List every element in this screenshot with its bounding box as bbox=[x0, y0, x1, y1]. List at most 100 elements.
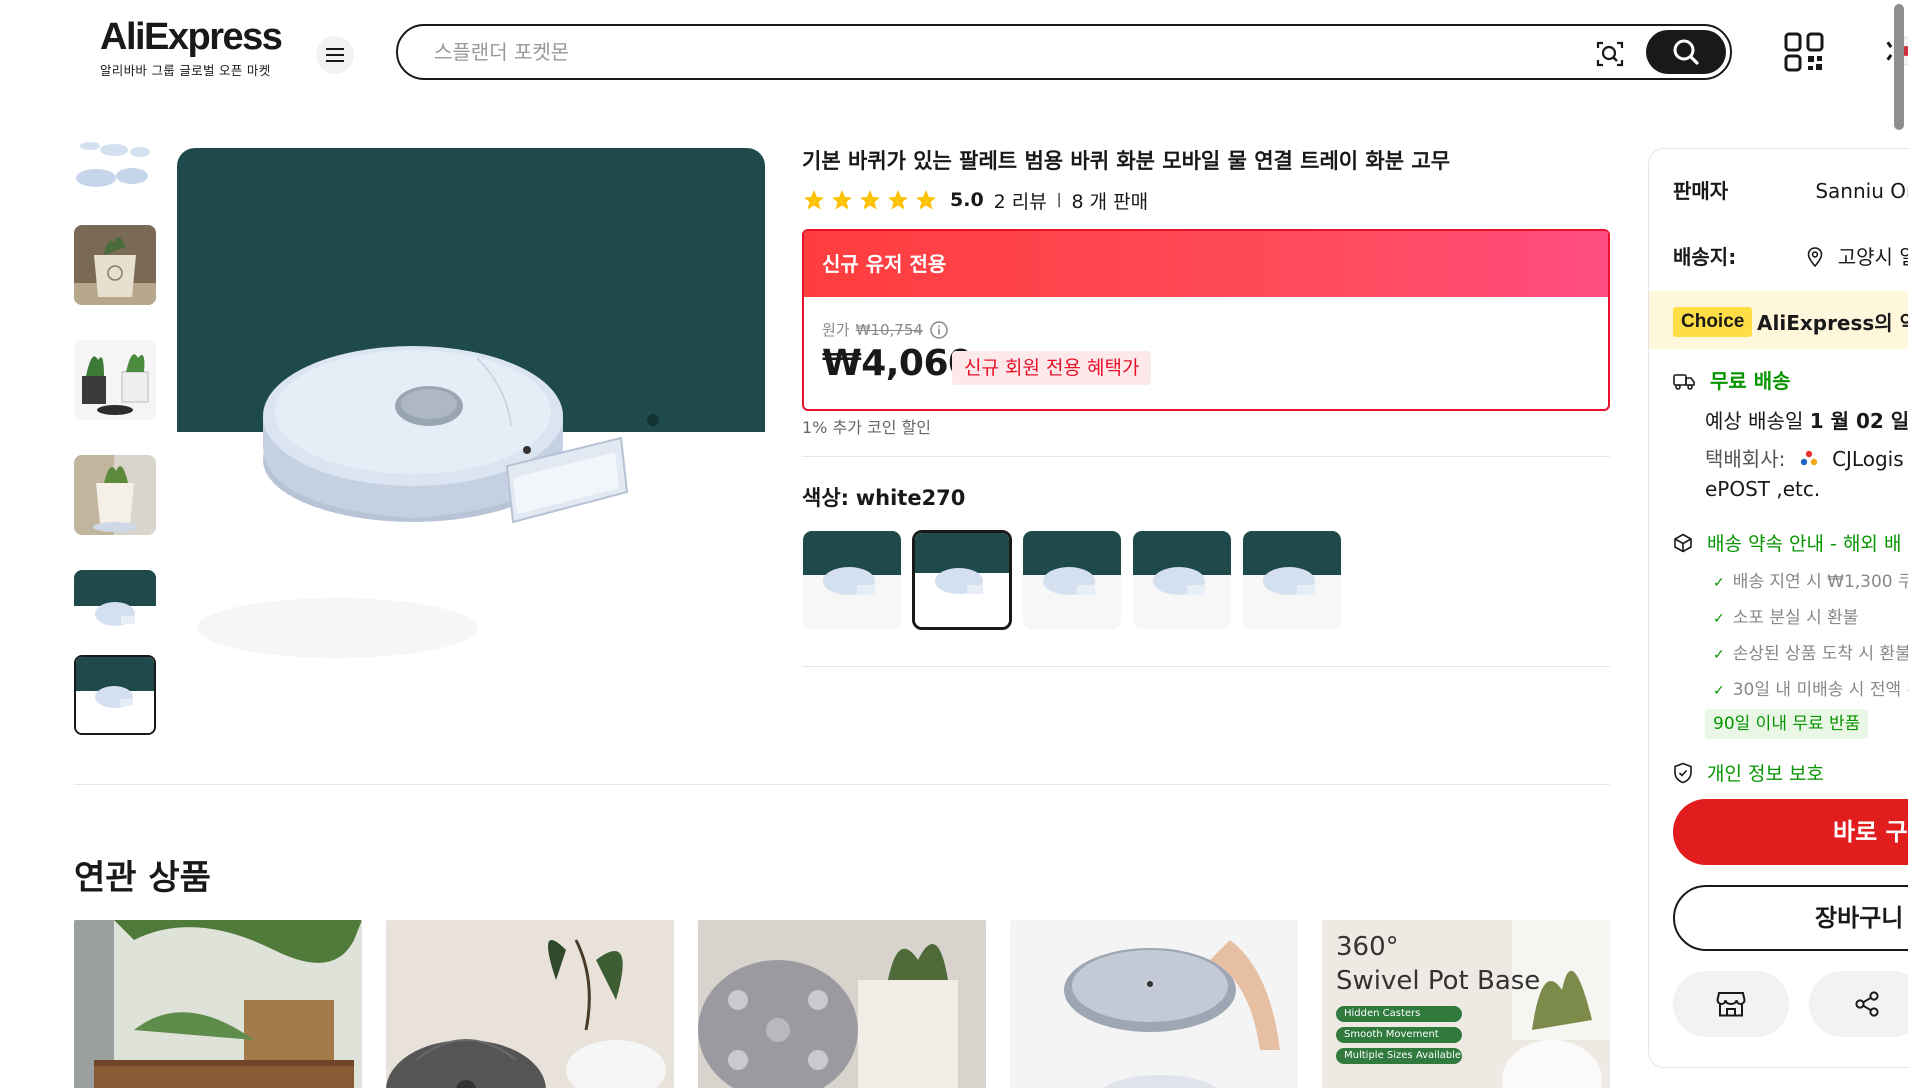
promise-text: 손상된 상품 도착 시 환불 bbox=[1732, 644, 1908, 664]
color-swatch[interactable] bbox=[802, 530, 902, 630]
price-box: 신규 유저 전용 원가 ₩10,754 ₩4,060 신규 회원 전용 혜택가 bbox=[802, 229, 1610, 411]
promise-text: 소포 분실 시 환불 bbox=[1732, 608, 1859, 628]
thumbnail-4[interactable] bbox=[74, 455, 156, 535]
store-button[interactable] bbox=[1673, 971, 1789, 1037]
promise-item: ✓ 손상된 상품 도착 시 환불 bbox=[1713, 639, 1908, 664]
search-bar bbox=[396, 24, 1732, 80]
rating-score: 5.0 bbox=[950, 189, 984, 211]
divider bbox=[802, 456, 1610, 457]
star-icon bbox=[860, 190, 880, 210]
menu-button[interactable] bbox=[316, 36, 354, 74]
promise-item: ✓ 소포 분실 시 환불 bbox=[1713, 603, 1858, 628]
related-product-card[interactable]: 360° Swivel Pot Base Hidden Casters Smoo… bbox=[1322, 920, 1610, 1088]
promo-pill: Hidden Casters bbox=[1336, 1006, 1462, 1022]
delivery-date: 1 월 02 일 bbox=[1809, 409, 1908, 433]
thumbnail-2[interactable] bbox=[74, 225, 156, 305]
free-shipping-label: 무료 배송 bbox=[1709, 369, 1791, 393]
qr-code-icon[interactable] bbox=[1784, 32, 1824, 72]
rating-row: 5.0 2 리뷰 | 8 개 판매 bbox=[802, 186, 1148, 214]
original-price-label: 원가 bbox=[822, 321, 850, 339]
main-product-image[interactable] bbox=[177, 148, 765, 688]
seller-name[interactable]: Sanniu On bbox=[1815, 179, 1908, 203]
related-product-card[interactable] bbox=[1010, 920, 1298, 1088]
original-price-value: ₩10,754 bbox=[855, 320, 923, 339]
original-price: 원가 ₩10,754 bbox=[822, 319, 949, 340]
color-swatches bbox=[802, 530, 1342, 630]
box-icon bbox=[1674, 533, 1692, 553]
search-icon bbox=[1673, 39, 1699, 65]
divider bbox=[74, 784, 1610, 785]
color-swatch[interactable] bbox=[1022, 530, 1122, 630]
related-products-list: 360° Swivel Pot Base Hidden Casters Smoo… bbox=[74, 920, 1610, 1088]
promo-pill: Smooth Movement bbox=[1336, 1027, 1462, 1043]
promise-text: 30일 내 미배송 시 전액 환 bbox=[1732, 680, 1908, 700]
promo-360-text: 360° bbox=[1336, 932, 1399, 962]
info-icon[interactable] bbox=[929, 320, 949, 340]
privacy-row[interactable]: 개인 정보 보호 bbox=[1673, 759, 1824, 786]
search-button[interactable] bbox=[1646, 30, 1726, 74]
check-icon: ✓ bbox=[1713, 647, 1725, 663]
related-product-card[interactable] bbox=[698, 920, 986, 1088]
seller-row: 판매자 Sanniu On bbox=[1673, 175, 1908, 204]
color-label-text: 색상: bbox=[802, 486, 850, 510]
color-value: white270 bbox=[855, 486, 966, 510]
thumbnail-6-selected[interactable] bbox=[74, 655, 156, 735]
thumbnail-3[interactable] bbox=[74, 340, 156, 420]
delivery-promise-row[interactable]: 배송 약속 안내 - 해외 배 bbox=[1673, 529, 1901, 556]
ship-to-row: 배송지: 고양시 일산 bbox=[1673, 241, 1908, 270]
store-icon bbox=[1716, 992, 1746, 1017]
separator: | bbox=[1056, 192, 1062, 208]
coin-discount: 1% 추가 코인 할인 bbox=[802, 418, 931, 437]
menu-icon bbox=[326, 48, 344, 62]
delivery-row: 예상 배송일 1 월 02 일 bbox=[1705, 405, 1908, 434]
review-count-link[interactable]: 2 리뷰 bbox=[994, 187, 1047, 214]
promo-swivel-text: Swivel Pot Base bbox=[1336, 966, 1541, 996]
header: AliExpress 알리바바 그룹 글로벌 오픈 마켓 bbox=[0, 0, 1908, 130]
purchase-panel: 판매자 Sanniu On 배송지: 고양시 일산 Choice AliExpr… bbox=[1648, 148, 1908, 1068]
new-user-banner: 신규 유저 전용 bbox=[804, 231, 1608, 297]
free-return-badge: 90일 이내 무료 반품 bbox=[1705, 709, 1869, 739]
color-swatch[interactable] bbox=[1132, 530, 1232, 630]
check-icon: ✓ bbox=[1713, 611, 1725, 627]
location-pin-icon bbox=[1808, 247, 1823, 268]
courier-name: CJLogis bbox=[1832, 447, 1904, 471]
courier-more: ePOST ,etc. bbox=[1705, 477, 1821, 501]
ship-to-location[interactable]: 고양시 일산 bbox=[1838, 245, 1908, 269]
search-input[interactable] bbox=[434, 38, 1534, 66]
sold-count: 8 개 판매 bbox=[1071, 190, 1149, 213]
check-icon: ✓ bbox=[1713, 575, 1725, 591]
share-button[interactable] bbox=[1809, 971, 1908, 1037]
logo-wordmark: AliExpress bbox=[100, 16, 283, 58]
camera-search-icon[interactable] bbox=[1594, 38, 1626, 70]
star-icon bbox=[888, 190, 908, 210]
choice-promise-text: AliExpress의 약 bbox=[1757, 311, 1908, 335]
delivery-promise-title: 배송 약속 안내 - 해외 배 bbox=[1707, 533, 1902, 555]
courier-row: 택배회사: CJLogis bbox=[1705, 443, 1904, 472]
related-product-card[interactable] bbox=[74, 920, 362, 1088]
related-product-card[interactable] bbox=[386, 920, 674, 1088]
promise-item: ✓ 30일 내 미배송 시 전액 환 bbox=[1713, 675, 1908, 700]
current-price: ₩4,060 bbox=[822, 343, 973, 384]
promise-text: 배송 지연 시 ₩1,300 쿠폰 bbox=[1732, 572, 1908, 592]
star-rating bbox=[802, 188, 938, 212]
page-scrollbar[interactable] bbox=[1894, 4, 1904, 130]
ship-to-label: 배송지: bbox=[1673, 245, 1737, 269]
promo-pill: Multiple Sizes Available bbox=[1336, 1048, 1462, 1064]
choice-bar: Choice AliExpress의 약 bbox=[1649, 291, 1908, 349]
logo[interactable]: AliExpress 알리바바 그룹 글로벌 오픈 마켓 bbox=[100, 16, 300, 79]
buy-now-button[interactable]: 바로 구 bbox=[1673, 799, 1908, 865]
seller-label: 판매자 bbox=[1673, 179, 1729, 203]
truck-icon bbox=[1673, 374, 1695, 390]
thumbnail-1[interactable] bbox=[74, 140, 156, 194]
color-label: 색상: white270 bbox=[802, 482, 965, 512]
promo-tag: 신규 회원 전용 혜택가 bbox=[952, 351, 1152, 385]
share-icon bbox=[1855, 991, 1879, 1017]
product-title: 기본 바퀴가 있는 팔레트 범용 바퀴 화분 모바일 물 연결 트레이 화분 고… bbox=[802, 149, 1451, 173]
divider bbox=[802, 666, 1610, 667]
thumbnail-5[interactable] bbox=[74, 570, 156, 650]
color-swatch-selected[interactable] bbox=[912, 530, 1012, 630]
add-to-cart-button[interactable]: 장바구니 bbox=[1673, 885, 1908, 951]
color-swatch[interactable] bbox=[1242, 530, 1342, 630]
choice-badge: Choice bbox=[1673, 307, 1753, 337]
courier-label: 택배회사: bbox=[1705, 447, 1786, 471]
